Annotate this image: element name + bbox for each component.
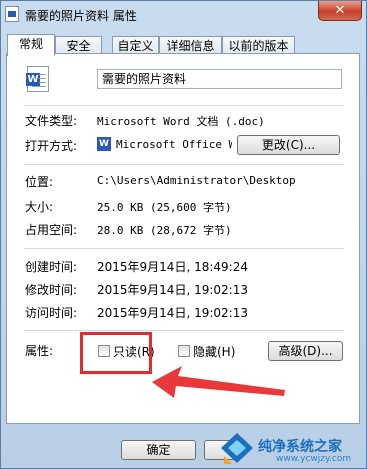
file-name-input[interactable]: 需要的照片资料 xyxy=(97,69,342,89)
divider xyxy=(24,164,344,165)
icon-line xyxy=(39,82,46,83)
highlight-box xyxy=(80,332,152,374)
advanced-button[interactable]: 高级(D)... xyxy=(268,341,343,361)
watermark-url: www.ycwjzy.com xyxy=(276,454,352,464)
icon-line xyxy=(32,86,46,87)
attributes-label: 属性: xyxy=(25,344,54,358)
watermark-logo-icon xyxy=(221,433,253,464)
disk-size-label: 占用空间: xyxy=(25,223,78,237)
watermark-title: 纯净系统之家 xyxy=(258,439,342,455)
open-with-label: 打开方式: xyxy=(25,139,78,153)
location-value: C:\Users\Administrator\Desktop xyxy=(97,174,296,187)
accessed-value: 2015年9月14日, 19:02:13 xyxy=(97,306,248,320)
word-file-icon: W xyxy=(26,66,49,92)
created-value: 2015年9月14日, 18:49:24 xyxy=(97,260,248,274)
modified-label: 修改时间: xyxy=(25,283,78,297)
word-letter: W xyxy=(26,73,40,86)
location-label: 位置: xyxy=(25,175,54,189)
red-arrow-icon xyxy=(152,366,285,398)
accessed-label: 访问时间: xyxy=(25,306,78,320)
disk-size-value: 28.0 KB (28,672 字节) xyxy=(97,224,232,237)
modified-value: 2015年9月14日, 19:02:13 xyxy=(97,283,248,297)
file-type-value: Microsoft Word 文档 (.doc) xyxy=(97,115,265,128)
size-label: 大小: xyxy=(25,200,54,214)
hidden-checkbox[interactable] xyxy=(178,345,190,357)
open-with-value: Microsoft Office Wo xyxy=(116,138,232,151)
tab-general[interactable]: 常规 xyxy=(7,34,55,56)
divider xyxy=(24,248,344,249)
window-title: 需要的照片资料 属性 xyxy=(25,9,137,23)
title-bar[interactable]: 需要的照片资料 属性 ✕ xyxy=(1,1,367,29)
icon-line xyxy=(39,78,46,79)
divider xyxy=(24,105,344,106)
close-button[interactable]: ✕ xyxy=(318,1,362,21)
ok-button[interactable]: 确定 xyxy=(121,440,196,460)
hidden-label[interactable]: 隐藏(H) xyxy=(193,343,235,360)
file-type-label: 文件类型: xyxy=(25,114,78,128)
divider xyxy=(24,330,344,331)
change-button[interactable]: 更改(C)... xyxy=(237,135,340,155)
icon-line xyxy=(39,74,46,75)
size-value: 25.0 KB (25,600 字节) xyxy=(97,201,232,214)
tab-bar: 常规 安全 自定义 详细信息 以前的版本 xyxy=(7,34,362,56)
document-icon xyxy=(5,6,19,22)
word-app-icon: W xyxy=(97,137,111,151)
created-label: 创建时间: xyxy=(25,260,78,274)
